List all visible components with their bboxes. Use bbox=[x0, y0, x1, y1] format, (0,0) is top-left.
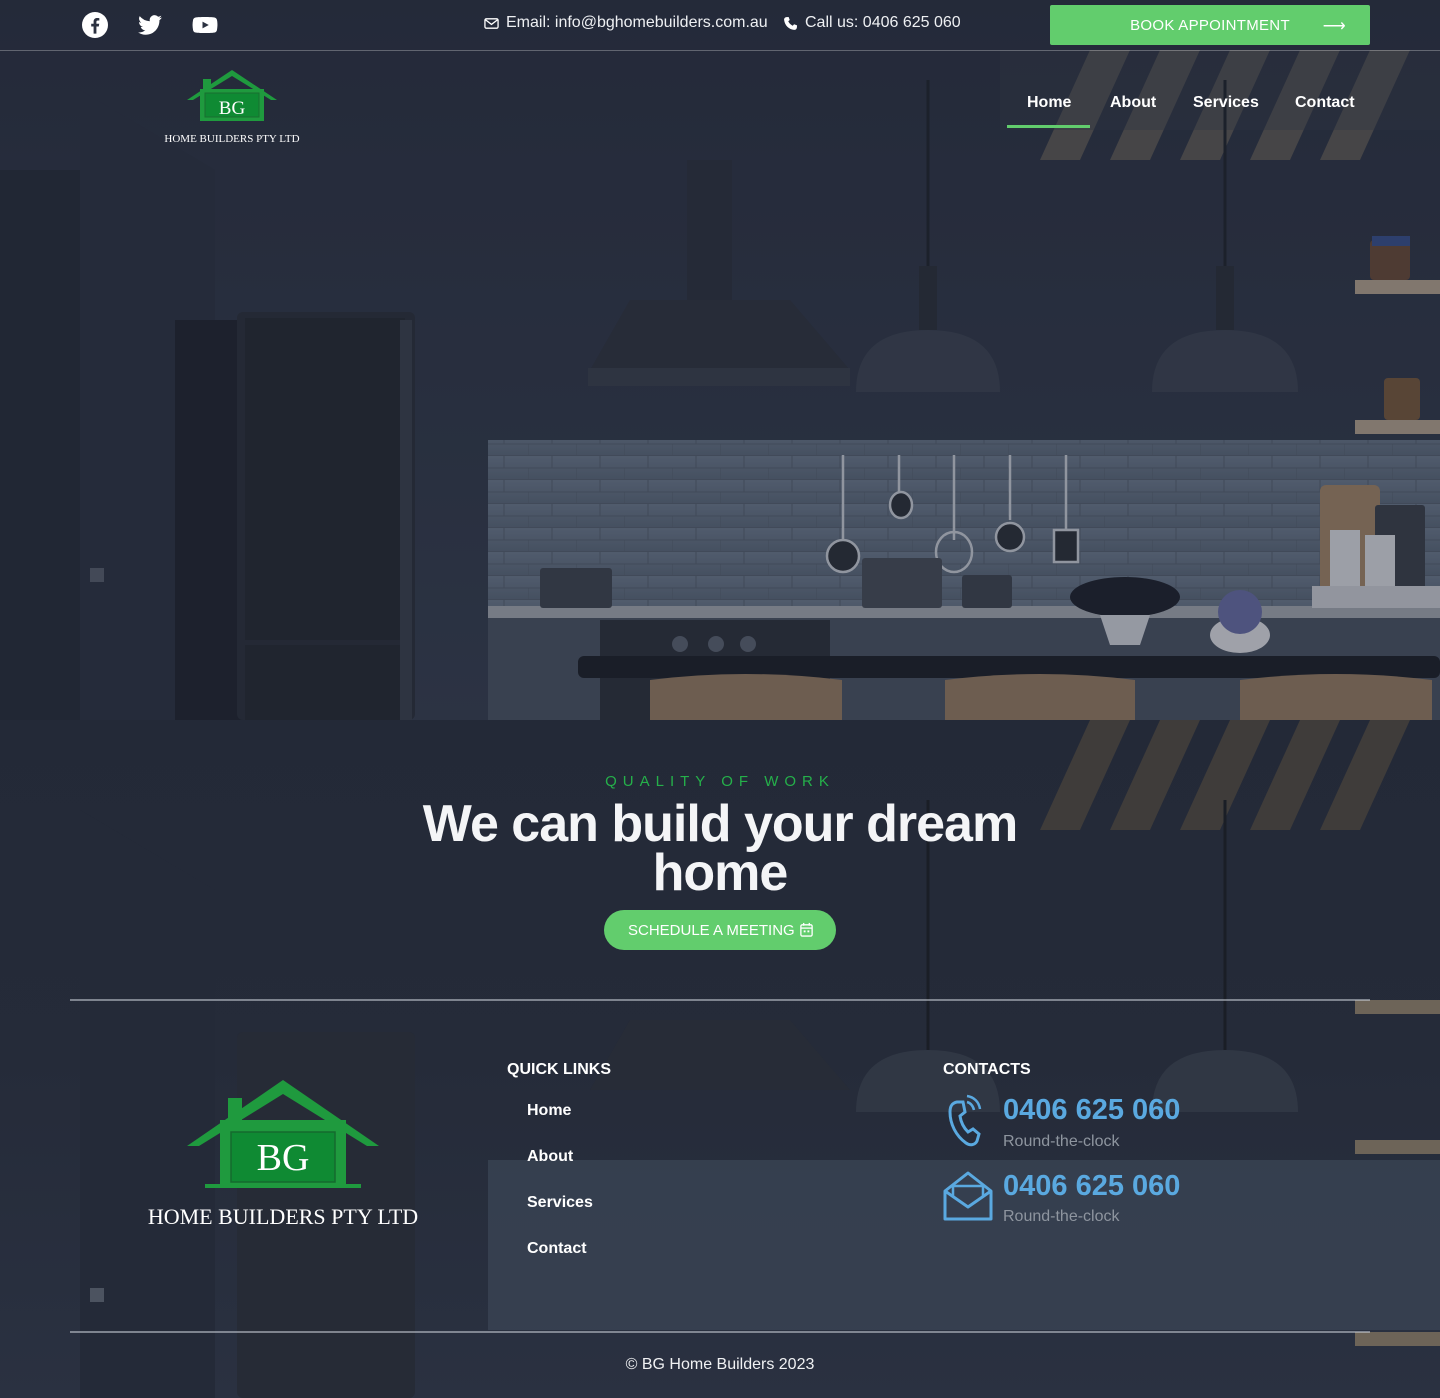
twitter-icon[interactable] bbox=[136, 11, 164, 39]
footer-divider-top bbox=[70, 999, 1370, 1001]
contact-phone-1[interactable]: 0406 625 060 bbox=[1003, 1094, 1180, 1127]
logo[interactable]: BG HOME BUILDERS PTY LTD bbox=[155, 66, 310, 150]
top-email-text: Email: info@bghomebuilders.com.au bbox=[506, 14, 768, 31]
youtube-icon[interactable] bbox=[191, 11, 219, 39]
phone-ringing-icon bbox=[948, 1094, 982, 1147]
footer-logo[interactable]: BG HOME BUILDERS PTY LTD bbox=[135, 1076, 435, 1236]
section-headline: We can build your dream home bbox=[422, 795, 1018, 902]
contact-phone-2[interactable]: 0406 625 060 bbox=[1003, 1170, 1180, 1203]
schedule-meeting-button[interactable]: SCHEDULE A MEETING bbox=[604, 910, 836, 950]
phone-icon bbox=[784, 16, 798, 30]
nav-about[interactable]: About bbox=[1110, 94, 1156, 112]
footer-link-contact[interactable]: Contact bbox=[527, 1240, 587, 1258]
calendar-icon bbox=[800, 922, 813, 937]
footer-logo-company: HOME BUILDERS PTY LTD bbox=[148, 1204, 418, 1229]
footer-divider-bottom bbox=[70, 1331, 1370, 1333]
contacts-title: CONTACTS bbox=[943, 1061, 1031, 1078]
facebook-icon[interactable] bbox=[81, 11, 109, 39]
copyright-text: © BG Home Builders 2023 bbox=[625, 1356, 815, 1373]
contact-note-1: Round-the-clock bbox=[1003, 1133, 1120, 1150]
quick-links-title: QUICK LINKS bbox=[507, 1061, 611, 1078]
section-eyebrow: QUALITY OF WORK bbox=[605, 773, 835, 790]
nav-contact[interactable]: Contact bbox=[1295, 94, 1355, 112]
envelope-icon bbox=[484, 17, 499, 29]
top-phone-text: Call us: 0406 625 060 bbox=[805, 14, 961, 31]
footer-link-home[interactable]: Home bbox=[527, 1102, 571, 1120]
logo-company: HOME BUILDERS PTY LTD bbox=[164, 133, 299, 145]
top-phone[interactable]: Call us: 0406 625 060 bbox=[783, 14, 961, 32]
nav-services[interactable]: Services bbox=[1193, 94, 1259, 112]
contact-note-2: Round-the-clock bbox=[1003, 1208, 1120, 1225]
top-bar: Email: info@bghomebuilders.com.au Call u… bbox=[0, 0, 1440, 51]
book-appointment-button[interactable]: BOOK APPOINTMENT ⟶ bbox=[1050, 5, 1370, 45]
nav-active-indicator bbox=[1007, 125, 1090, 128]
arrow-right-icon: ⟶ bbox=[1322, 18, 1346, 35]
top-email[interactable]: Email: info@bghomebuilders.com.au bbox=[484, 14, 768, 32]
footer-link-services[interactable]: Services bbox=[527, 1194, 593, 1212]
footer-logo-initials: BG bbox=[257, 1137, 310, 1179]
book-appointment-label: BOOK APPOINTMENT bbox=[1130, 16, 1290, 34]
envelope-open-icon bbox=[943, 1171, 993, 1221]
schedule-meeting-label: SCHEDULE A MEETING bbox=[628, 921, 795, 939]
logo-initials: BG bbox=[219, 98, 246, 119]
footer-link-about[interactable]: About bbox=[527, 1148, 573, 1166]
nav-home[interactable]: Home bbox=[1027, 94, 1071, 112]
